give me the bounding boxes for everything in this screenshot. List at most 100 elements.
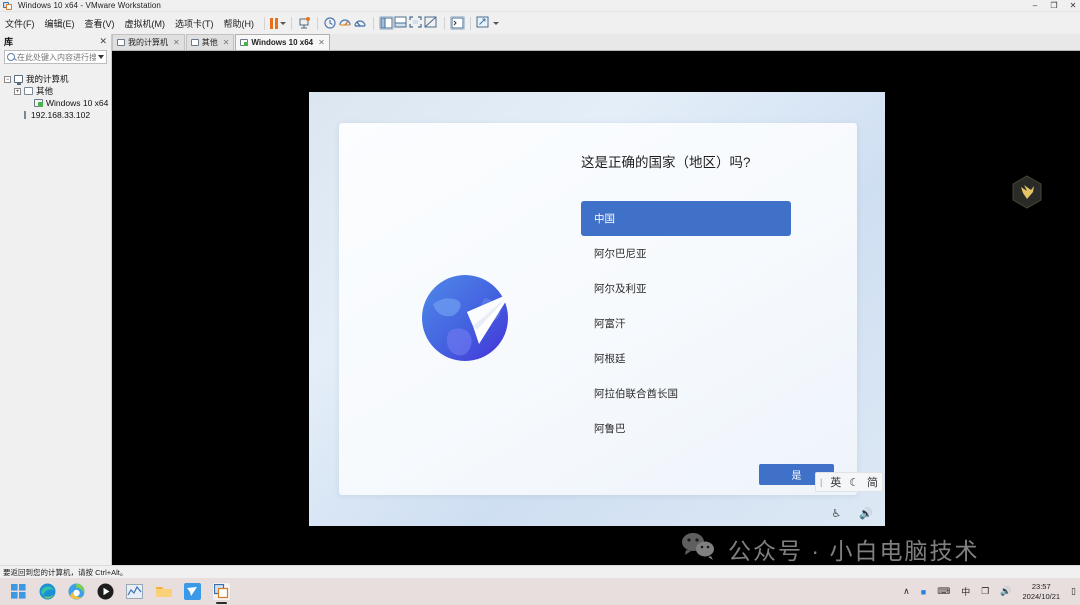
status-bar: 要返回到您的计算机，请按 Ctrl+Alt。 [0, 565, 1080, 578]
country-item-argentina[interactable]: 阿根廷 [581, 341, 791, 376]
windows-taskbar: ∧ ■ ⌨ 中 ❐ 🔊 23:57 2024/10/21 ▯ [0, 578, 1080, 605]
menu-file[interactable]: 文件(F) [0, 15, 40, 32]
unity-mode-button[interactable] [424, 16, 439, 30]
page-title: 这是正确的国家（地区）吗? [581, 155, 751, 170]
console-button[interactable] [450, 16, 465, 30]
ime-mode-icon[interactable]: ☾ [849, 476, 859, 489]
menu-view[interactable]: 查看(V) [80, 15, 120, 32]
start-button[interactable] [9, 582, 28, 601]
minimize-button[interactable]: – [1030, 0, 1040, 12]
globe-paper-plane-icon [415, 268, 516, 369]
volume-icon[interactable]: 🔊 [859, 507, 873, 520]
ime-script-button[interactable]: 简 [867, 474, 878, 490]
watermark: 公众号 · 小白电脑技术 [680, 531, 979, 566]
volume-icon[interactable]: 🔊 [1000, 586, 1011, 597]
library-search[interactable] [4, 50, 107, 64]
vm-display[interactable]: 这是正确的国家（地区）吗? 中国 阿尔巴尼亚 阿尔及利亚 阿富汗 阿根廷 阿拉伯… [112, 51, 1080, 571]
app-tray-icon[interactable]: ■ [921, 587, 926, 597]
send-ctrl-alt-del-button[interactable] [297, 16, 312, 30]
country-list[interactable]: 中国 阿尔巴尼亚 阿尔及利亚 阿富汗 阿根廷 阿拉伯联合酋长国 阿鲁巴 [581, 201, 791, 446]
menu-tabs[interactable]: 选项卡(T) [170, 15, 219, 32]
country-item-afghanistan[interactable]: 阿富汗 [581, 306, 791, 341]
country-item-albania[interactable]: 阿尔巴尼亚 [581, 236, 791, 271]
library-close-icon[interactable]: ✕ [99, 36, 107, 47]
tab-label: 其他 [201, 38, 218, 47]
tree-item-host-192-168-33-102[interactable]: 192.168.33.102 [0, 109, 111, 121]
menu-help[interactable]: 帮助(H) [219, 15, 260, 32]
maximize-button[interactable]: ❐ [1049, 0, 1059, 12]
show-library-button[interactable] [379, 16, 394, 30]
tree-item-my-computer[interactable]: − 我的计算机 [0, 73, 111, 85]
library-title: 库 [4, 36, 14, 47]
tab-close-icon[interactable]: ✕ [173, 38, 180, 47]
stretch-dropdown-caret-icon[interactable] [493, 21, 499, 25]
toolbar-separator [317, 16, 318, 30]
country-label: 阿根廷 [594, 353, 626, 365]
edge-button[interactable] [38, 582, 57, 601]
clock-time: 23:57 [1031, 582, 1051, 591]
full-screen-button[interactable] [409, 16, 424, 30]
expander-icon[interactable]: + [14, 87, 21, 95]
tree-item-label: 192.168.33.102 [31, 110, 91, 120]
snapshot-button[interactable] [323, 16, 338, 30]
pause-button[interactable] [270, 17, 278, 29]
show-hidden-icons-button[interactable]: ∧ [903, 586, 910, 597]
tree-item-label: Windows 10 x64 [46, 98, 109, 108]
watermark-text: 公众号 · 小白电脑技术 [728, 537, 980, 564]
country-label: 阿富汗 [594, 318, 626, 330]
folder-icon [24, 87, 33, 95]
tree-item-label: 其他 [36, 86, 54, 96]
tab-close-icon[interactable]: ✕ [223, 38, 230, 47]
wechat-icon [680, 531, 718, 566]
pause-dropdown-caret-icon[interactable] [280, 21, 286, 25]
ime-language-button[interactable]: 英 [830, 474, 841, 490]
expander-icon [14, 112, 21, 119]
close-button[interactable]: ✕ [1068, 0, 1078, 12]
title-bar: Windows 10 x64 - VMware Workstation – ❐ … [0, 0, 1080, 12]
ime-chinese-indicator[interactable]: 中 [961, 585, 970, 598]
search-input[interactable] [17, 52, 96, 62]
display-icon[interactable]: ❐ [981, 586, 989, 597]
notification-icon[interactable]: ▯ [1071, 586, 1076, 597]
country-item-algeria[interactable]: 阿尔及利亚 [581, 271, 791, 306]
country-item-uae[interactable]: 阿拉伯联合酋长国 [581, 376, 791, 411]
menu-vm[interactable]: 虚拟机(M) [120, 15, 171, 32]
accessibility-icon[interactable]: ♿ [831, 507, 841, 520]
chevron-down-icon[interactable] [98, 55, 104, 59]
clock[interactable]: 23:57 2024/10/21 [1023, 582, 1061, 601]
media-player-button[interactable] [96, 582, 115, 601]
tab-other[interactable]: 其他 ✕ [185, 34, 235, 50]
tab-close-icon[interactable]: ✕ [318, 38, 325, 47]
country-item-aruba[interactable]: 阿鲁巴 [581, 411, 791, 446]
country-item-china[interactable]: 中国 [581, 201, 791, 236]
library-sidebar: 库 ✕ − 我的计算机 + 其他 Windows 10 x64 [0, 34, 112, 571]
stretch-button[interactable] [476, 16, 491, 30]
vmware-icon [3, 1, 12, 10]
show-thumbnail-bar-button[interactable] [394, 16, 409, 30]
tree-item-label: 我的计算机 [26, 74, 69, 84]
window-controls: – ❐ ✕ [1030, 0, 1078, 12]
library-header: 库 ✕ [0, 34, 111, 48]
expander-icon [24, 100, 31, 107]
keyboard-icon[interactable]: ⌨ [937, 586, 950, 597]
tree-item-other[interactable]: + 其他 [0, 85, 111, 97]
taskbar-apps [9, 582, 231, 604]
toolbar-separator [291, 16, 292, 30]
toolbar-separator [444, 16, 445, 30]
ime-indicator[interactable]: | 英 ☾ 简 [815, 472, 883, 492]
library-tree: − 我的计算机 + 其他 Windows 10 x64 192.168.33.1… [0, 73, 111, 121]
tree-item-windows-10-x64[interactable]: Windows 10 x64 [0, 97, 111, 109]
country-label: 阿鲁巴 [594, 423, 626, 435]
snapshot-manager-button[interactable] [353, 16, 368, 30]
expander-icon[interactable]: − [4, 75, 11, 83]
revert-snapshot-button[interactable] [338, 16, 353, 30]
chart-app-button[interactable] [125, 582, 144, 601]
browser-360-button[interactable] [67, 582, 86, 601]
tab-windows-10-x64[interactable]: Windows 10 x64 ✕ [235, 34, 330, 50]
tab-my-computer[interactable]: 我的计算机 ✕ [112, 34, 185, 50]
vmware-button[interactable] [212, 582, 231, 604]
mail-app-button[interactable] [183, 582, 202, 601]
file-explorer-button[interactable] [154, 582, 173, 601]
menu-edit[interactable]: 编辑(E) [40, 15, 80, 32]
oobe-tray: ♿ 🔊 [831, 507, 873, 520]
